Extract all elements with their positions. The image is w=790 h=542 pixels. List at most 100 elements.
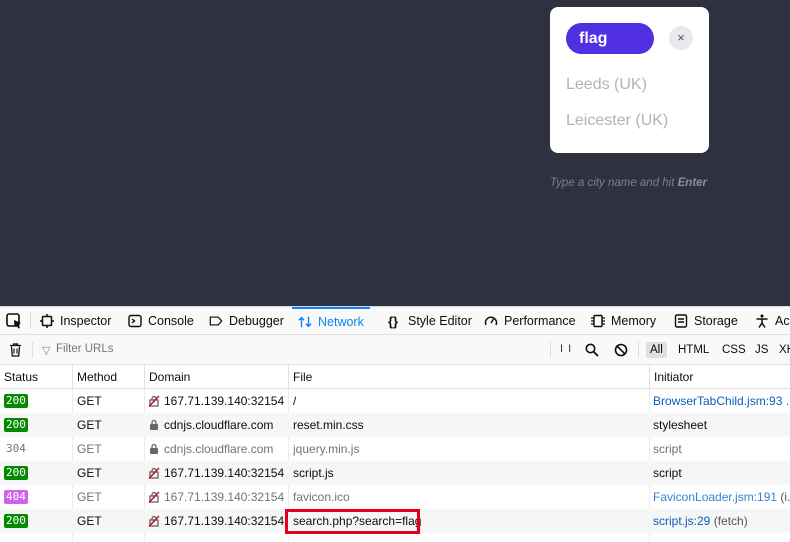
suggestion-item[interactable]: Leeds (UK) bbox=[566, 76, 647, 94]
initiator-link[interactable]: script bbox=[653, 466, 682, 480]
initiator-link[interactable]: stylesheet bbox=[653, 418, 707, 432]
tab-separator bbox=[30, 313, 31, 329]
devtools-panel: Inspector Console Debugger Network {} St… bbox=[0, 306, 790, 542]
inspector-icon bbox=[40, 314, 54, 328]
toolbar-separator bbox=[32, 342, 33, 358]
column-file[interactable]: File bbox=[288, 365, 649, 389]
hint-text: Type a city name and hit bbox=[550, 177, 678, 189]
status-badge: 304 bbox=[6, 442, 26, 455]
memory-icon bbox=[591, 314, 605, 328]
initiator-cell: script bbox=[653, 437, 790, 461]
initiator-cell: stylesheet bbox=[653, 413, 790, 437]
file-cell: favicon.ico bbox=[293, 490, 350, 504]
tab-label: Memory bbox=[611, 314, 657, 328]
filter-type-all[interactable]: All bbox=[646, 342, 667, 358]
status-badge: 200 bbox=[4, 514, 28, 528]
file-cell: jquery.min.js bbox=[293, 442, 360, 456]
column-domain[interactable]: Domain bbox=[144, 365, 288, 389]
domain-cell: 167.71.139.140:32154 bbox=[148, 509, 284, 533]
method-cell: GET bbox=[77, 490, 102, 504]
filter-icon: ▽ bbox=[42, 345, 51, 357]
network-icon bbox=[298, 315, 312, 329]
performance-icon bbox=[484, 314, 498, 328]
file-cell: script.js bbox=[293, 466, 334, 480]
tab-accessibility[interactable]: Ac bbox=[755, 307, 790, 335]
domain-cell: 167.71.139.140:32154 bbox=[148, 389, 284, 413]
tab-debugger[interactable]: Debugger bbox=[209, 307, 284, 335]
block-icon[interactable] bbox=[614, 343, 628, 357]
file-cell: reset.min.css bbox=[293, 418, 364, 432]
hint-key: Enter bbox=[677, 177, 708, 189]
method-cell: GET bbox=[77, 514, 102, 528]
table-row[interactable]: 200 GET cdnjs.cloudflare.com reset.min.css s… bbox=[0, 413, 790, 437]
file-cell: / bbox=[293, 394, 297, 408]
search-chip[interactable]: flag bbox=[566, 23, 654, 54]
insecure-lock-icon bbox=[148, 395, 160, 407]
table-row[interactable]: 404 GET 167.71.139.140:32154 favicon.ico Fav… bbox=[0, 485, 790, 509]
tab-memory[interactable]: Memory bbox=[591, 307, 656, 335]
domain-cell: cdnjs.cloudflare.com bbox=[148, 437, 273, 461]
domain-text: cdnjs.cloudflare.com bbox=[164, 442, 274, 456]
tab-performance[interactable]: Performance bbox=[484, 307, 576, 335]
close-icon[interactable]: × bbox=[669, 26, 693, 50]
console-icon bbox=[128, 314, 142, 328]
status-badge: 200 bbox=[4, 394, 28, 408]
domain-text: 167.71.139.140:32154 bbox=[164, 394, 285, 408]
devtools-tabbar: Inspector Console Debugger Network {} St… bbox=[0, 307, 790, 335]
tab-console[interactable]: Console bbox=[128, 307, 194, 335]
tab-network[interactable]: Network bbox=[292, 307, 370, 335]
insecure-lock-icon bbox=[148, 491, 160, 503]
tab-label: Debugger bbox=[229, 314, 284, 328]
filter-type-xhr[interactable]: XH bbox=[775, 342, 790, 358]
pause-button[interactable]: I I bbox=[560, 343, 572, 355]
method-cell: GET bbox=[77, 466, 102, 480]
initiator-link[interactable]: script bbox=[653, 442, 682, 456]
domain-cell: 167.71.139.140:32154 bbox=[148, 485, 284, 509]
trash-icon[interactable] bbox=[9, 343, 22, 357]
search-popup: flag × Leeds (UK) Leicester (UK) bbox=[550, 7, 709, 153]
lock-icon bbox=[150, 419, 158, 430]
requests-table-header: Status Method Domain File Initiator bbox=[0, 365, 790, 389]
domain-cell: cdnjs.cloudflare.com bbox=[148, 413, 273, 437]
column-initiator[interactable]: Initiator bbox=[649, 365, 790, 389]
domain-text: 167.71.139.140:32154 bbox=[164, 514, 285, 528]
tab-label: Network bbox=[318, 315, 364, 329]
web-page: flag × Leeds (UK) Leicester (UK) Type a … bbox=[0, 0, 790, 306]
table-row[interactable]: 200 GET 167.71.139.140:32154 / BrowserTabChi… bbox=[0, 389, 790, 413]
filter-urls-input[interactable] bbox=[56, 343, 356, 355]
insecure-lock-icon bbox=[148, 467, 160, 479]
filter-type-js[interactable]: JS bbox=[751, 342, 772, 358]
tab-style-editor[interactable]: {} Style Editor bbox=[384, 307, 472, 335]
initiator-cell: script.js:29 (fetch) bbox=[653, 509, 790, 533]
toolbar-separator bbox=[550, 342, 551, 358]
tab-storage[interactable]: Storage bbox=[674, 307, 738, 335]
highlight-box bbox=[285, 509, 420, 534]
search-icon[interactable] bbox=[585, 343, 599, 357]
table-row[interactable]: 304 GET cdnjs.cloudflare.com jquery.min.js s… bbox=[0, 437, 790, 461]
suggestion-item[interactable]: Leicester (UK) bbox=[566, 112, 668, 130]
domain-text: 167.71.139.140:32154 bbox=[164, 466, 285, 480]
tab-label: Storage bbox=[694, 314, 738, 328]
insecure-lock-icon bbox=[148, 515, 160, 527]
status-badge: 200 bbox=[4, 466, 28, 480]
debugger-icon bbox=[209, 314, 223, 328]
filter-type-html[interactable]: HTML bbox=[674, 342, 713, 358]
lock-icon bbox=[150, 443, 158, 454]
column-status[interactable]: Status bbox=[0, 365, 72, 389]
initiator-cell: BrowserTabChild.jsm:93 ... bbox=[653, 389, 790, 413]
tab-label: Performance bbox=[504, 314, 576, 328]
initiator-cell: script bbox=[653, 461, 790, 485]
method-cell: GET bbox=[77, 418, 102, 432]
initiator-link[interactable]: FaviconLoader.jsm:191 bbox=[653, 490, 777, 504]
status-badge: 404 bbox=[4, 490, 28, 504]
initiator-link[interactable]: BrowserTabChild.jsm:93 ... bbox=[653, 394, 790, 408]
table-row[interactable]: 200 GET 167.71.139.140:32154 script.js scrip… bbox=[0, 461, 790, 485]
column-method[interactable]: Method bbox=[72, 365, 144, 389]
filter-type-css[interactable]: CSS bbox=[718, 342, 750, 358]
tab-inspector[interactable]: Inspector bbox=[40, 307, 111, 335]
tab-label: Console bbox=[148, 314, 194, 328]
element-picker-icon[interactable] bbox=[6, 313, 23, 329]
storage-icon bbox=[674, 314, 688, 328]
initiator-link[interactable]: script.js:29 bbox=[653, 514, 710, 528]
domain-text: cdnjs.cloudflare.com bbox=[164, 418, 274, 432]
